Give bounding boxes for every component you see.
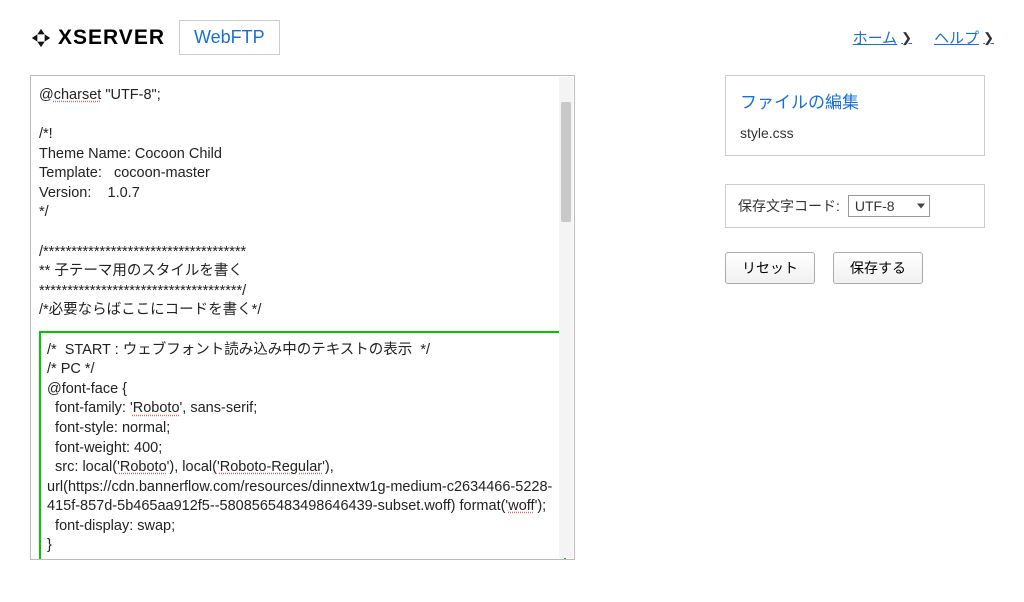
help-link-label: ヘルプ [934, 27, 979, 48]
encoding-label: 保存文字コード: [738, 196, 840, 216]
reset-button[interactable]: リセット [725, 252, 815, 284]
logo: XSERVER [30, 26, 165, 50]
scrollbar-track[interactable] [559, 77, 573, 558]
code-editor-content: @charset "UTF-8"; /*! Theme Name: Cocoon… [39, 86, 566, 560]
home-link[interactable]: ホーム❯ [853, 27, 912, 48]
product-name: WebFTP [179, 20, 280, 55]
home-link-label: ホーム [853, 27, 898, 48]
encoding-select[interactable]: UTF-8 [848, 195, 930, 217]
action-buttons: リセット 保存する [725, 252, 985, 284]
filename: style.css [740, 125, 970, 141]
brand-name: XSERVER [58, 26, 165, 50]
chevron-right-icon: ❯ [901, 30, 912, 46]
header: XSERVER WebFTP ホーム❯ ヘルプ❯ [30, 20, 994, 55]
encoding-select-value: UTF-8 [855, 198, 895, 214]
content: @charset "UTF-8"; /*! Theme Name: Cocoon… [30, 75, 994, 560]
chevron-right-icon: ❯ [983, 30, 994, 46]
help-link[interactable]: ヘルプ❯ [934, 27, 994, 48]
encoding-row: 保存文字コード: UTF-8 [725, 184, 985, 228]
sidebar-column: ファイルの編集 style.css 保存文字コード: UTF-8 リセット 保存… [725, 75, 985, 560]
header-links: ホーム❯ ヘルプ❯ [853, 27, 994, 48]
brand-area: XSERVER WebFTP [30, 20, 280, 55]
save-button[interactable]: 保存する [833, 252, 923, 284]
scrollbar-thumb[interactable] [561, 102, 571, 222]
panel-title: ファイルの編集 [740, 88, 970, 113]
editor-column: @charset "UTF-8"; /*! Theme Name: Cocoon… [30, 75, 575, 560]
file-edit-panel: ファイルの編集 style.css [725, 75, 985, 156]
logo-icon [30, 27, 52, 49]
code-editor[interactable]: @charset "UTF-8"; /*! Theme Name: Cocoon… [30, 75, 575, 560]
highlighted-code-block: /* START : ウェブフォント読み込み中のテキストの表示 */ /* PC… [39, 331, 566, 560]
